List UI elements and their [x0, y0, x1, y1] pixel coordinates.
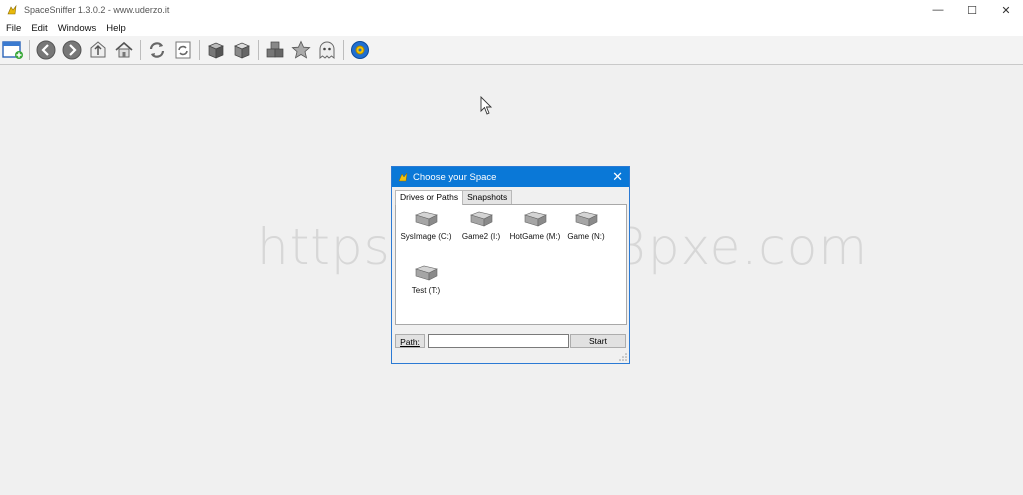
tab-drives-or-paths[interactable]: Drives or Paths	[395, 190, 464, 205]
drive-label: Test (T:)	[411, 286, 441, 295]
hard-drive-icon	[415, 211, 438, 227]
toolbar	[0, 36, 1023, 65]
new-window-button[interactable]	[2, 39, 24, 61]
drive-item[interactable]: Test (T:)	[396, 265, 456, 295]
up-icon	[90, 41, 106, 58]
drives-panel: SysImage (C:) Game2 (I:) HotGame (M:) Ga…	[395, 204, 627, 325]
maximize-button[interactable]: ☐	[955, 0, 989, 20]
star-button[interactable]	[290, 39, 312, 61]
app-logo-icon	[398, 172, 408, 182]
drive-item[interactable]: SysImage (C:)	[396, 211, 456, 241]
hard-drive-icon	[575, 211, 598, 227]
back-icon	[36, 40, 56, 60]
box-closed-button[interactable]	[205, 39, 227, 61]
boxes-icon	[266, 41, 284, 58]
minimize-button[interactable]: —	[921, 0, 955, 20]
box-closed-icon	[208, 42, 224, 59]
start-button[interactable]: Start	[570, 334, 626, 348]
gear-icon	[351, 41, 369, 59]
ghost-button[interactable]	[316, 39, 338, 61]
title-bar: SpaceSniffer 1.3.0.2 - www.uderzo.it — ☐…	[0, 0, 1023, 20]
dialog-close-button[interactable]: ✕	[612, 169, 623, 185]
ghost-icon	[319, 41, 335, 60]
boxes-button[interactable]	[264, 39, 286, 61]
settings-button[interactable]	[349, 39, 371, 61]
menu-edit[interactable]: Edit	[26, 23, 52, 34]
resize-grip-icon[interactable]	[619, 353, 627, 361]
drive-item[interactable]: Game (N:)	[556, 211, 616, 241]
app-logo-icon	[7, 4, 17, 15]
path-label-button[interactable]: Path:	[395, 334, 425, 348]
box-open-button[interactable]	[231, 39, 253, 61]
toolbar-separator	[29, 40, 30, 60]
mouse-cursor-icon	[480, 96, 493, 115]
path-row: Path: Start	[395, 333, 627, 349]
tab-snapshots[interactable]: Snapshots	[462, 190, 513, 204]
toolbar-separator	[199, 40, 200, 60]
refresh-icon	[149, 42, 165, 58]
choose-space-dialog: Choose your Space ✕ Drives or Paths Snap…	[391, 166, 630, 364]
box-open-icon	[234, 42, 250, 59]
drive-label: SysImage (C:)	[400, 232, 452, 241]
refresh-button[interactable]	[146, 39, 168, 61]
up-button[interactable]	[87, 39, 109, 61]
dialog-title: Choose your Space	[413, 171, 497, 183]
drive-label: Game (N:)	[567, 232, 605, 241]
window-title: SpaceSniffer 1.3.0.2 - www.uderzo.it	[24, 5, 170, 15]
home-icon	[115, 41, 133, 58]
menu-file[interactable]: File	[0, 23, 26, 34]
dialog-tabs: Drives or Paths Snapshots	[395, 190, 513, 205]
toolbar-separator	[343, 40, 344, 60]
menu-help[interactable]: Help	[101, 23, 131, 34]
hard-drive-icon	[524, 211, 547, 227]
menu-bar: File Edit Windows Help	[0, 20, 1023, 36]
hard-drive-icon	[470, 211, 493, 227]
forward-icon	[62, 40, 82, 60]
star-icon	[291, 40, 311, 59]
back-button[interactable]	[35, 39, 57, 61]
dialog-title-bar[interactable]: Choose your Space ✕	[392, 167, 629, 187]
hard-drive-icon	[415, 265, 438, 281]
drive-item[interactable]: Game2 (I:)	[451, 211, 511, 241]
drive-label: HotGame (M:)	[509, 232, 561, 241]
new-window-icon	[2, 41, 23, 59]
toolbar-separator	[258, 40, 259, 60]
toolbar-separator	[140, 40, 141, 60]
forward-button[interactable]	[61, 39, 83, 61]
menu-windows[interactable]: Windows	[53, 23, 102, 34]
drive-label: Game2 (I:)	[461, 232, 501, 241]
close-button[interactable]: ✕	[989, 0, 1023, 20]
path-input[interactable]	[428, 334, 569, 348]
home-button[interactable]	[113, 39, 135, 61]
refresh-page-button[interactable]	[172, 39, 194, 61]
refresh-page-icon	[175, 41, 191, 59]
